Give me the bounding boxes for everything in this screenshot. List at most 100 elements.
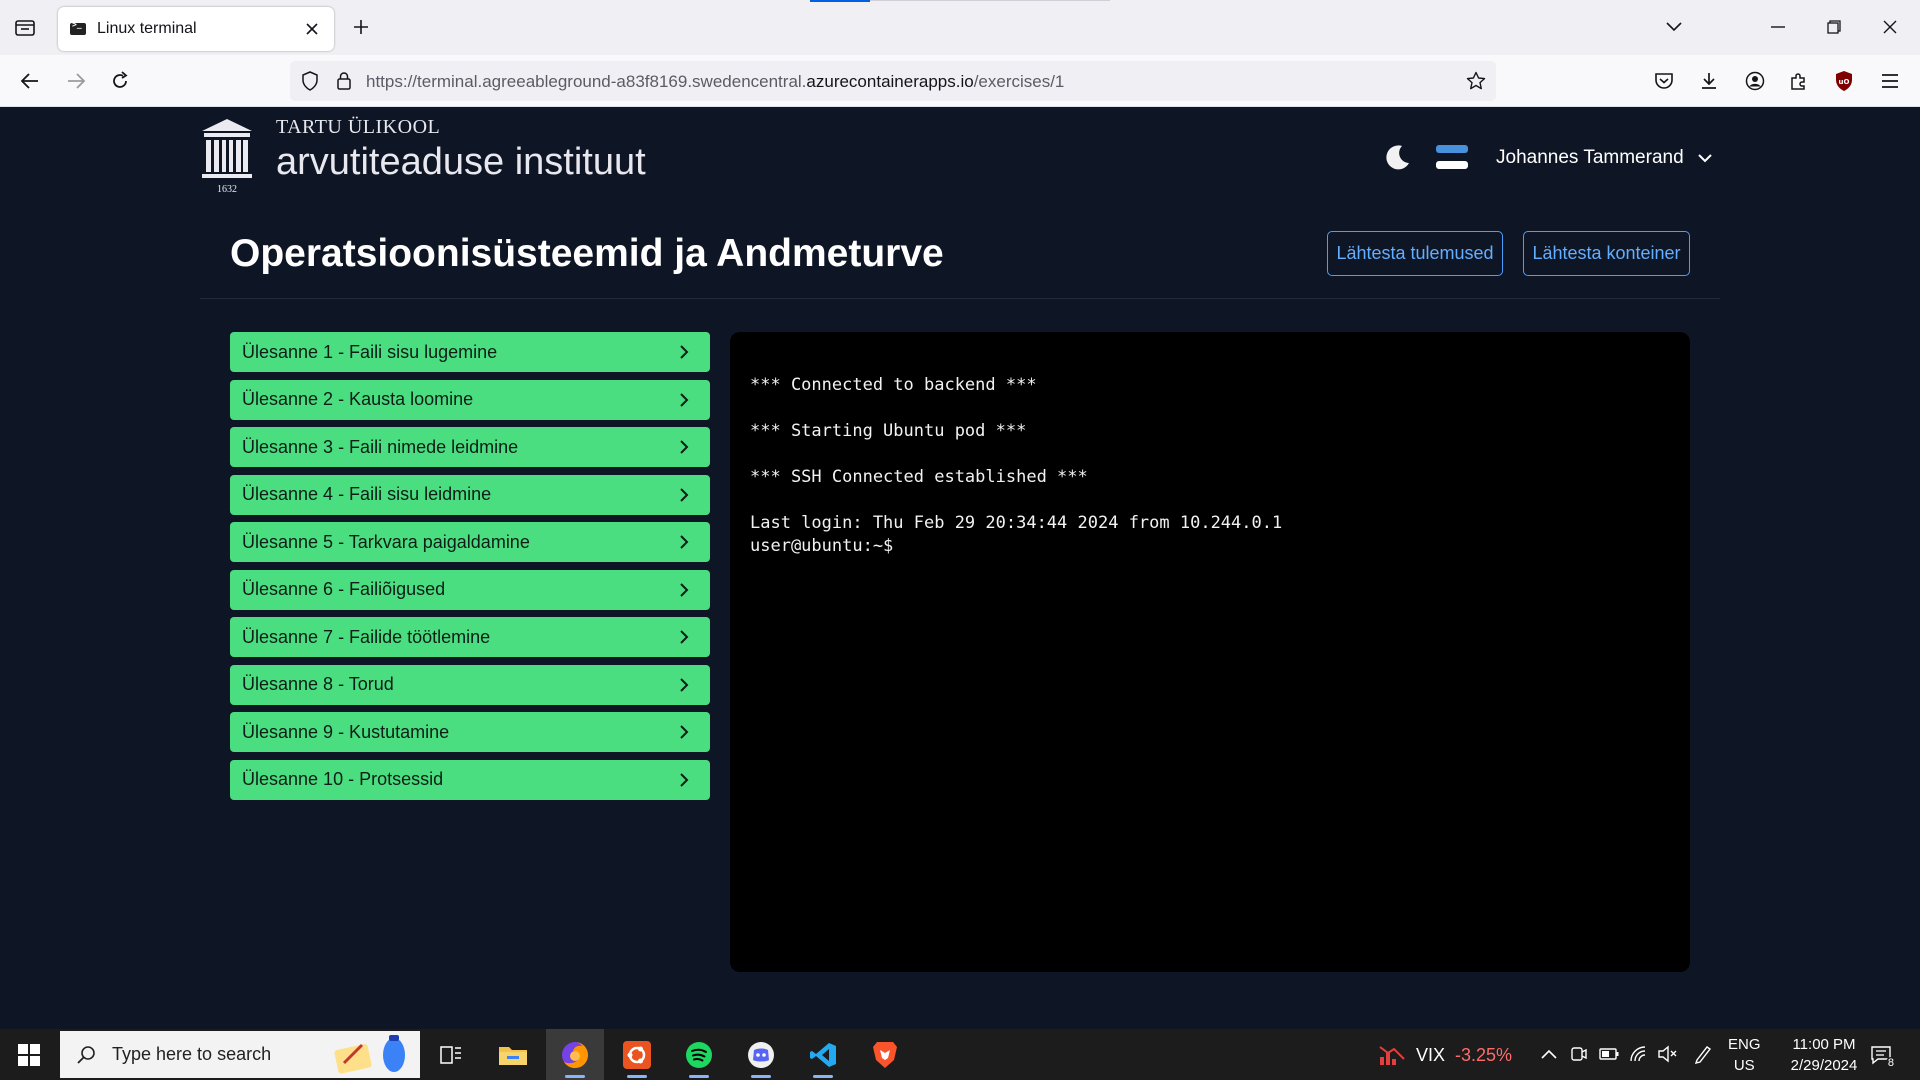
terminal-line: Last login: Thu Feb 29 20:34:44 2024 fro… [750,513,1283,533]
chevron-down-icon [1696,149,1714,167]
tab-title: Linux terminal [97,20,197,37]
chevron-up-icon[interactable] [1538,1043,1560,1065]
lock-icon[interactable] [332,69,356,93]
exercise-label: Ülesanne 7 - Failide töötlemine [242,626,491,647]
user-menu[interactable]: Johannes Tammerand [1496,145,1714,171]
exercise-list: Ülesanne 1 - Faili sisu lugemine Ülesann… [230,332,710,807]
new-tab-icon[interactable] [346,12,376,42]
search-placeholder: Type here to search [112,1044,272,1064]
exercise-item-1[interactable]: Ülesanne 1 - Faili sisu lugemine [230,332,710,372]
ticker-name: VIX [1416,1044,1446,1065]
chevron-right-icon [674,390,694,410]
exercise-item-9[interactable]: Ülesanne 9 - Kustutamine [230,712,710,752]
url-prefix: https://terminal.agreeableground-a83f816… [366,72,807,91]
tab-strip-line [870,0,1110,1]
ublock-origin-icon[interactable]: uO [1828,65,1860,97]
hamburger-menu-icon[interactable] [1874,65,1906,97]
exercise-label: Ülesanne 10 - Protsessid [242,769,444,789]
windows-taskbar: Type here to search VIX -3.25% ENG US 11… [0,1029,1920,1080]
exercise-label: Ülesanne 9 - Kustutamine [242,721,450,742]
firefox-icon[interactable] [546,1029,604,1080]
account-icon[interactable] [1739,65,1771,97]
pocket-icon[interactable] [1648,65,1680,97]
windows-start-icon[interactable] [0,1029,58,1080]
input-language-indicator[interactable]: ENG US [1728,1034,1761,1076]
chart-down-icon [1379,1046,1405,1065]
minimize-window-icon[interactable] [1760,10,1796,44]
exercise-item-8[interactable]: Ülesanne 8 - Torud [230,664,710,705]
terminal-prompt[interactable]: user@ubuntu:~$ [750,535,1670,558]
lang-region: US [1733,1057,1755,1074]
back-arrow-icon[interactable] [14,65,46,97]
user-name: Johannes Tammerand [1496,147,1684,168]
spotify-icon[interactable] [670,1029,728,1080]
exercise-item-4[interactable]: Ülesanne 4 - Faili sisu leidmine [230,474,710,515]
exercise-item-2[interactable]: Ülesanne 2 - Kausta loomine [230,379,710,420]
exercise-label: Ülesanne 1 - Faili sisu lugemine [242,341,498,362]
lang-code: ENG [1728,1036,1761,1053]
notification-center-icon[interactable]: 8 [1866,1041,1896,1069]
reload-icon[interactable] [104,65,136,97]
clock-time: 11:00 PM [1792,1036,1856,1053]
task-view-icon[interactable] [422,1029,480,1080]
terminal-line: *** SSH Connected established *** [750,467,1088,487]
close-window-icon[interactable] [1872,10,1908,44]
forward-arrow-icon[interactable] [60,65,92,97]
chevron-right-icon [674,532,694,552]
svg-text:uO: uO [1839,78,1850,86]
exercise-item-6[interactable]: Ülesanne 6 - Failiõigused [230,569,710,610]
system-clock[interactable]: 11:00 PM 2/29/2024 [1774,1034,1874,1076]
meet-now-icon[interactable] [1568,1043,1590,1065]
pen-workspace-icon[interactable] [1692,1043,1714,1065]
close-tab-icon[interactable] [298,15,326,43]
tab-overflow-chevron-icon[interactable] [1656,10,1692,44]
taskbar-search-box[interactable]: Type here to search [60,1031,420,1078]
header-divider [200,298,1720,299]
tracking-protection-shield-icon[interactable] [298,69,322,93]
extensions-puzzle-icon[interactable] [1783,65,1815,97]
institute-name: arvutiteaduse instituut [276,141,646,183]
reset-results-button[interactable]: Lähtesta tulemused [1327,231,1503,276]
reset-container-button[interactable]: Lähtesta konteiner [1523,231,1690,276]
vscode-icon[interactable] [794,1029,852,1080]
university-logo[interactable]: 1632 [200,117,254,197]
url-path: /exercises/1 [973,72,1065,91]
exercise-item-5[interactable]: Ülesanne 5 - Tarkvara paigaldamine [230,522,710,562]
page-content: 1632 TARTU ÜLIKOOL arvutiteaduse institu… [0,107,1920,1029]
url-text[interactable]: https://terminal.agreeableground-a83f816… [366,72,1064,92]
exercise-label: Ülesanne 6 - Failiõigused [242,579,446,599]
battery-icon[interactable] [1598,1043,1620,1065]
discord-icon[interactable] [732,1029,790,1080]
volume-muted-icon[interactable] [1656,1043,1678,1065]
ubuntu-icon[interactable] [608,1029,666,1080]
tab-list-icon[interactable] [10,12,40,42]
chevron-right-icon [674,485,694,505]
exercise-item-10[interactable]: Ülesanne 10 - Protsessid [230,759,710,800]
terminal-favicon-icon [70,20,86,35]
chevron-right-icon [674,580,694,600]
estonian-flag-icon[interactable] [1436,144,1468,170]
file-explorer-icon[interactable] [484,1029,542,1080]
chevron-right-icon [674,627,694,647]
ticker-change: -3.25% [1455,1044,1513,1065]
course-title: Operatsioonisüsteemid ja Andmeturve [230,232,944,275]
chevron-right-icon [674,437,694,457]
dark-mode-moon-icon[interactable] [1380,141,1414,175]
notification-count: 8 [1885,1057,1896,1069]
downloads-icon[interactable] [1693,65,1725,97]
exercise-item-7[interactable]: Ülesanne 7 - Failide töötlemine [230,617,710,657]
chevron-right-icon [674,675,694,695]
exercise-label: Ülesanne 3 - Faili nimede leidmine [242,436,519,457]
brave-browser-icon[interactable] [856,1029,914,1080]
bookmark-star-icon[interactable] [1464,69,1488,93]
terminal-window[interactable]: *** Connected to backend *** *** Startin… [730,332,1690,972]
chevron-right-icon [674,722,694,742]
chevron-right-icon [674,770,694,790]
browser-tab-bar: Linux terminal [0,0,1920,55]
restore-window-icon[interactable] [1816,10,1852,44]
exercise-item-3[interactable]: Ülesanne 3 - Faili nimede leidmine [230,427,710,467]
address-bar[interactable]: https://terminal.agreeableground-a83f816… [290,61,1496,101]
browser-tab-active[interactable]: Linux terminal [58,7,334,51]
stock-ticker-widget[interactable]: VIX -3.25% [1378,1041,1512,1069]
wifi-icon[interactable] [1628,1043,1650,1065]
